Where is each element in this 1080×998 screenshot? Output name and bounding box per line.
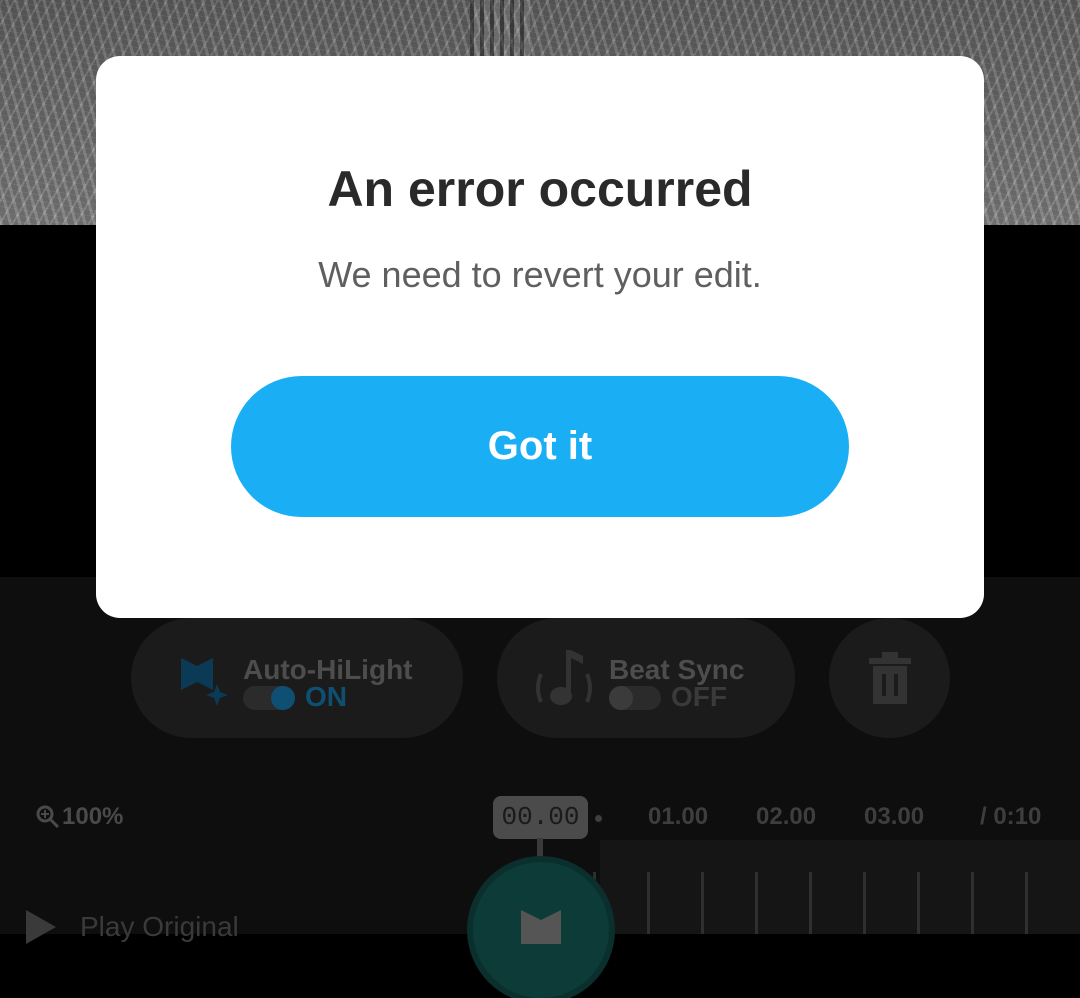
play-icon — [26, 910, 56, 944]
tick-mark — [647, 872, 650, 934]
delete-button[interactable] — [829, 618, 950, 738]
tick-label: 01.00 — [648, 803, 709, 830]
auto-hilight-switch[interactable] — [243, 686, 295, 710]
error-dialog — [96, 56, 984, 618]
playhead-handle[interactable] — [473, 862, 609, 998]
auto-hilight-toggle-pill[interactable]: Auto-HiLight ON — [131, 618, 463, 738]
tick-mark — [809, 872, 812, 934]
music-note-icon — [536, 650, 592, 705]
beat-sync-switch[interactable] — [609, 686, 661, 710]
timeline-track[interactable] — [600, 840, 1080, 934]
play-original-button[interactable]: Play Original — [24, 908, 239, 946]
auto-hilight-state: ON — [305, 681, 347, 712]
tick-mark — [755, 872, 758, 934]
tick-mark — [1025, 872, 1028, 934]
tick-label: 02.00 — [756, 803, 817, 830]
hilight-sparkle-icon — [181, 658, 228, 706]
zoom-text: 100% — [62, 803, 124, 830]
tick-mark — [863, 872, 866, 934]
tick-mark — [917, 872, 920, 934]
zoom-in-icon — [36, 805, 60, 829]
duration-label: / 0:10 — [980, 803, 1042, 830]
zoom-level[interactable]: 100% — [36, 803, 123, 831]
got-it-button[interactable]: Got it — [231, 376, 849, 517]
dialog-message: We need to revert your edit. — [318, 254, 762, 295]
play-original-label: Play Original — [80, 911, 239, 942]
tick-mark — [971, 872, 974, 934]
hilight-marker-icon — [521, 910, 561, 944]
beat-sync-toggle-pill[interactable]: Beat Sync OFF — [497, 618, 795, 738]
beat-sync-state: OFF — [671, 681, 727, 712]
tick-mark — [701, 872, 704, 934]
tick-label: 03.00 — [864, 803, 925, 830]
current-time-badge: 00.00 — [493, 796, 588, 839]
dialog-title: An error occurred — [327, 161, 753, 217]
trash-icon — [869, 652, 911, 704]
timeline-dot — [595, 815, 602, 822]
